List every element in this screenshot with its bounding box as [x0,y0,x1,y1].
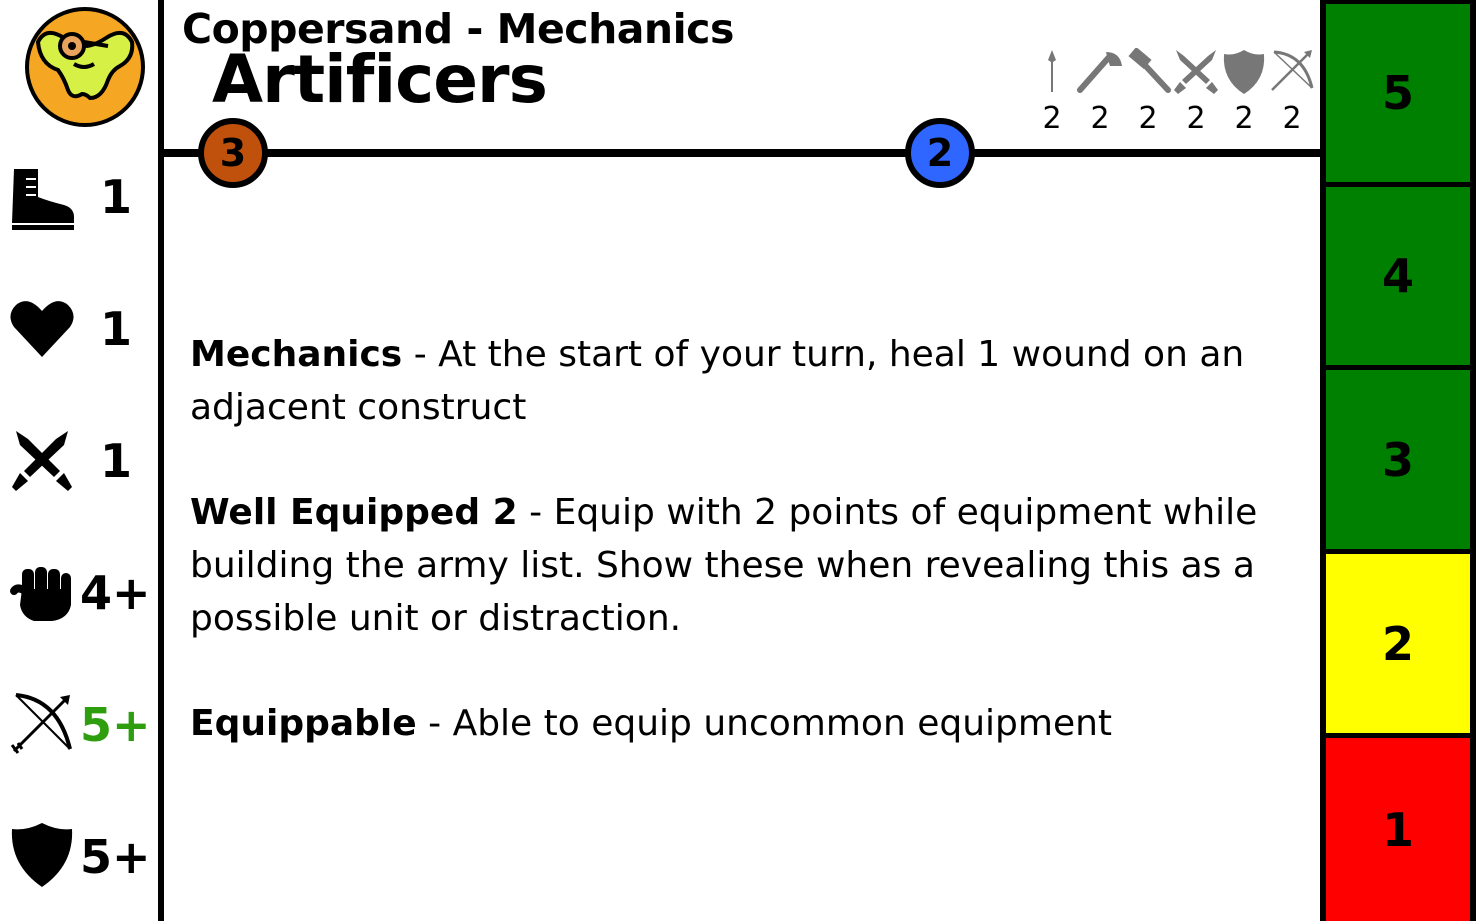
weapon-skill-value: 2 [1042,101,1062,136]
rule-name: Well Equipped 2 [190,492,518,533]
weapon-skill-spear: 2 [1028,48,1076,138]
spear-icon [1048,50,1056,92]
track-step-1: 1 [1326,738,1470,921]
bow-icon [1271,50,1314,91]
crossed-swords-icon [12,431,72,491]
rule-mechanics: Mechanics - At the start of your turn, h… [190,328,1300,434]
header-line [164,149,1320,157]
stat-save: 5+ [0,817,160,897]
weapon-skill-value: 2 [1138,101,1158,136]
wound-track: 5 4 3 2 1 [1320,0,1476,921]
heart-icon [10,301,74,357]
bow-icon [10,693,72,754]
stat-ranged: 5+ [0,685,160,765]
weapon-skill-value: 2 [1186,101,1206,136]
stat-attacks: 1 [0,421,160,501]
shield-icon [1223,50,1265,94]
weapon-skill-shield: 2 [1220,48,1268,138]
boot-icon [12,169,74,230]
rule-name: Equippable [190,703,417,744]
hammer-icon [1128,48,1171,93]
track-step-2: 2 [1326,554,1470,733]
stat-wounds: 1 [0,289,160,369]
rules-text: Mechanics - At the start of your turn, h… [190,328,1300,802]
crossed-swords-icon [1174,50,1218,94]
shield-icon [11,823,73,887]
rule-well-equipped: Well Equipped 2 - Equip with 2 points of… [190,486,1300,645]
size-badge: 2 [905,118,975,188]
axe-icon [1077,52,1122,93]
rule-name: Mechanics [190,334,403,375]
weapon-skill-swords: 2 [1172,48,1220,138]
weapon-skill-value: 2 [1282,101,1302,136]
helmeted-creature-icon [25,7,145,127]
weapon-skill-value: 2 [1234,101,1254,136]
unit-title: Artificers [212,41,548,118]
track-step-4: 4 [1326,187,1470,365]
track-step-3: 3 [1326,370,1470,549]
weapon-skill-hammer: 2 [1124,48,1172,138]
stat-melee: 4+ [0,553,160,633]
stat-value: 4+ [80,566,151,620]
stat-value: 1 [100,170,133,224]
stat-value: 1 [100,302,133,356]
stat-value: 1 [100,434,133,488]
weapon-skill-axe: 2 [1076,48,1124,138]
weapon-skill-value: 2 [1090,101,1110,136]
fist-icon [10,567,71,621]
column-divider [158,0,164,921]
stat-value: 5+ [80,830,151,884]
stat-value: 5+ [80,698,151,752]
weapon-skills: 2 2 2 2 2 2 [1028,48,1318,138]
cost-badge: 3 [198,118,268,188]
rule-equippable: Equippable - Able to equip uncommon equi… [190,697,1300,750]
rule-description: - Able to equip uncommon equipment [416,703,1113,744]
weapon-skill-bow: 2 [1268,48,1316,138]
track-step-5: 5 [1326,4,1470,182]
stat-column: 1 1 1 4+ 5+ 5+ [0,0,160,921]
stat-movement: 1 [0,157,160,237]
